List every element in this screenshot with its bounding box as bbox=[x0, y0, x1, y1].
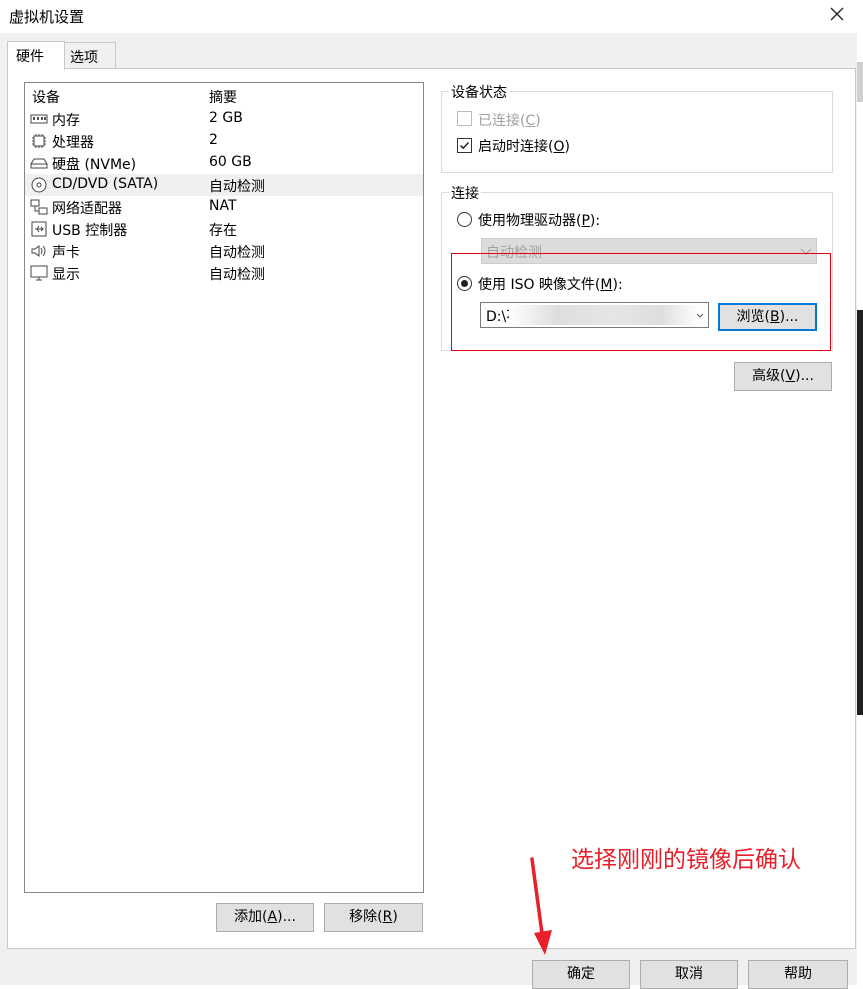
annotation-arrow-icon bbox=[530, 857, 552, 955]
device-summary: 2 GB bbox=[209, 110, 243, 126]
column-header-summary[interactable]: 摘要 bbox=[209, 87, 237, 107]
device-summary: 自动检测 bbox=[209, 179, 265, 195]
background-window-edge-dark bbox=[857, 310, 863, 715]
disk-icon bbox=[30, 158, 48, 169]
cpu-icon bbox=[32, 134, 46, 148]
advanced-button[interactable]: 高级(V)... bbox=[734, 362, 832, 391]
connected-label: 已连接(C) bbox=[478, 113, 541, 129]
connect-at-power-on-checkbox[interactable] bbox=[457, 138, 472, 153]
device-summary: NAT bbox=[209, 198, 237, 214]
monitor-icon bbox=[30, 265, 48, 281]
device-name: 硬盘 (NVMe) bbox=[52, 157, 137, 173]
device-name: 内存 bbox=[52, 113, 80, 129]
device-name: 声卡 bbox=[52, 245, 80, 261]
device-name: CD/DVD (SATA) bbox=[52, 176, 159, 192]
connected-checkbox[interactable] bbox=[457, 111, 472, 126]
device-summary: 自动检测 bbox=[209, 267, 265, 283]
device-status-group bbox=[441, 91, 833, 173]
device-name: 网络适配器 bbox=[52, 201, 122, 217]
add-button[interactable]: 添加(A)... bbox=[216, 903, 314, 932]
remove-button-tail: ) bbox=[392, 909, 398, 925]
device-status-title: 设备状态 bbox=[449, 82, 509, 102]
add-button-key: A bbox=[267, 909, 278, 925]
device-row-network[interactable]: 网络适配器 NAT bbox=[25, 196, 423, 218]
tab-hardware[interactable]: 硬件 bbox=[7, 41, 65, 70]
tab-hardware-label: 硬件 bbox=[16, 49, 44, 65]
device-row-display[interactable]: 显示 自动检测 bbox=[25, 262, 423, 284]
device-row-processor[interactable]: 处理器 2 bbox=[25, 130, 423, 152]
connection-title: 连接 bbox=[449, 183, 481, 203]
cd-dvd-icon bbox=[31, 177, 47, 193]
device-row-memory[interactable]: 内存 2 GB bbox=[25, 108, 423, 130]
device-row-sound[interactable]: 声卡 自动检测 bbox=[25, 240, 423, 262]
tab-options-label: 选项 bbox=[70, 50, 98, 66]
device-summary: 60 GB bbox=[209, 154, 252, 170]
device-summary: 2 bbox=[209, 132, 218, 148]
speaker-icon bbox=[31, 245, 46, 257]
connect-at-power-on-label: 启动时连接(O) bbox=[478, 139, 570, 155]
title-bar bbox=[0, 0, 863, 33]
device-row-usb[interactable]: USB 控制器 存在 bbox=[25, 218, 423, 240]
device-row-cd-dvd[interactable]: CD/DVD (SATA) 自动检测 bbox=[25, 174, 423, 196]
add-button-tail: )... bbox=[277, 909, 296, 925]
device-name: 处理器 bbox=[52, 135, 94, 151]
annotation-text: 选择刚刚的镜像后确认 bbox=[571, 847, 801, 873]
device-summary: 存在 bbox=[209, 223, 237, 239]
physical-drive-radio[interactable] bbox=[457, 212, 472, 227]
remove-button[interactable]: 移除(R) bbox=[324, 903, 423, 932]
memory-icon bbox=[30, 114, 48, 124]
close-button[interactable] bbox=[822, 0, 852, 30]
close-icon bbox=[830, 7, 844, 21]
device-name: 显示 bbox=[52, 267, 80, 283]
device-list[interactable]: 设备 摘要 内存 2 GB 处理器 2 硬盘 (NVMe) 60 GB CD/D… bbox=[24, 82, 424, 893]
device-name: USB 控制器 bbox=[52, 223, 128, 239]
device-row-disk[interactable]: 硬盘 (NVMe) 60 GB bbox=[25, 152, 423, 174]
remove-button-key: R bbox=[382, 909, 393, 925]
tab-options[interactable]: 选项 bbox=[63, 42, 116, 69]
device-summary: 自动检测 bbox=[209, 245, 265, 261]
annotation-highlight-box bbox=[451, 253, 831, 351]
add-button-label: 添加( bbox=[234, 909, 268, 925]
checkmark-icon bbox=[459, 141, 470, 150]
background-window-edge bbox=[857, 62, 863, 102]
usb-icon bbox=[31, 221, 47, 237]
network-icon bbox=[30, 199, 48, 215]
remove-button-label: 移除( bbox=[349, 909, 383, 925]
column-header-device[interactable]: 设备 bbox=[32, 87, 60, 107]
window-title: 虚拟机设置 bbox=[9, 8, 85, 26]
physical-drive-label: 使用物理驱动器(P): bbox=[478, 213, 601, 229]
